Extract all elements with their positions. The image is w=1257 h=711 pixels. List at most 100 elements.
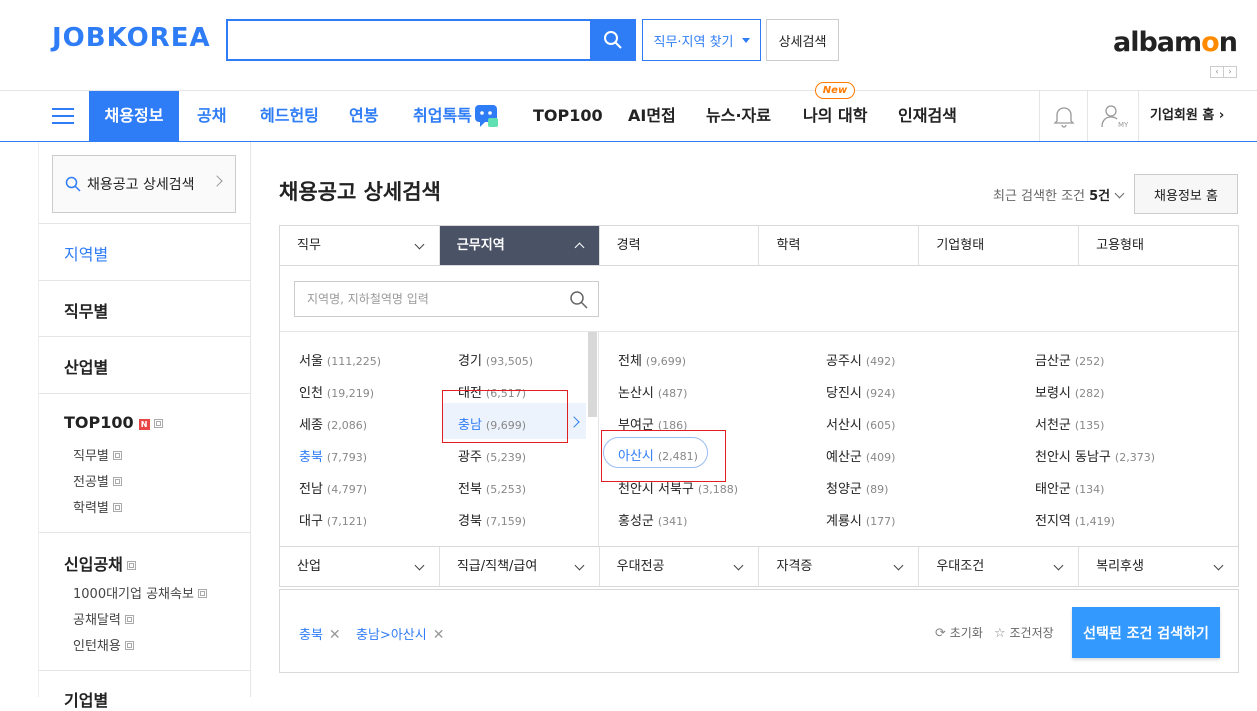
nav-item-top100[interactable]: TOP100 xyxy=(533,91,603,141)
my-page-icon[interactable]: MY xyxy=(1099,103,1131,129)
subregion-item[interactable]: 천안시 동남구 (2,373) xyxy=(1035,446,1155,465)
sidebar-subitem-intern[interactable]: 인턴채용 xyxy=(73,635,134,654)
region-item-chungbuk[interactable]: 충북 (7,793) xyxy=(299,446,367,465)
selected-conditions-bar: 충북 ✕ 충남>아산시 ✕ ⟳ 초기화 ☆ 조건저장 선택된 조건 검색하기 xyxy=(279,589,1239,673)
tab-education[interactable]: 학력 xyxy=(759,226,920,265)
region-item-incheon[interactable]: 인천 (19,219) xyxy=(299,382,374,401)
region-item-sejong[interactable]: 세종 (2,086) xyxy=(299,414,367,433)
sidebar-item-top100[interactable]: TOP100 N xyxy=(64,413,163,432)
sidebar-subitem-top100-education[interactable]: 학력별 xyxy=(73,497,122,516)
subregion-count: (9,699) xyxy=(645,355,686,368)
close-icon[interactable]: ✕ xyxy=(329,627,341,643)
subregion-item[interactable]: 전지역 (1,419) xyxy=(1035,510,1115,529)
tab-job[interactable]: 직무 xyxy=(280,226,440,265)
sidebar-detail-search-button[interactable]: 채용공고 상세검색 xyxy=(52,155,236,213)
scrollbar[interactable] xyxy=(588,332,597,417)
region-item-daegu[interactable]: 대구 (7,121) xyxy=(299,510,367,529)
selected-chip-asan[interactable]: 충남>아산시 ✕ xyxy=(356,624,444,643)
subregion-item[interactable]: 당진시 (924) xyxy=(826,382,895,401)
next-arrow-icon[interactable]: › xyxy=(1224,67,1236,77)
nav-item-public-recruit[interactable]: 공채 xyxy=(197,91,226,141)
sidebar-item-company[interactable]: 기업별 xyxy=(64,687,108,711)
search-button[interactable] xyxy=(590,19,636,61)
subregion-item[interactable]: 태안군 (134) xyxy=(1035,478,1104,497)
selected-chip-chungbuk[interactable]: 충북 ✕ xyxy=(299,624,341,643)
sidebar-item-industry[interactable]: 산업별 xyxy=(64,354,108,378)
corporate-home-link[interactable]: 기업회원 홈 › xyxy=(1150,91,1224,141)
reset-button[interactable]: ⟳ 초기화 xyxy=(935,624,983,641)
nav-item-salary[interactable]: 연봉 xyxy=(349,91,378,141)
subregion-count: (492) xyxy=(865,355,896,368)
sidebar-subitem-top100-job[interactable]: 직무별 xyxy=(73,445,122,464)
subregion-item[interactable]: 금산군 (252) xyxy=(1035,350,1104,369)
recent-conditions-count: 5건 xyxy=(1089,189,1111,204)
nav-divider xyxy=(1039,91,1040,141)
subregion-item-asan[interactable]: 아산시 (2,481) xyxy=(618,445,698,464)
subregion-count: (487) xyxy=(657,387,688,400)
hamburger-menu-icon[interactable] xyxy=(52,108,74,124)
sidebar-subitem-top1000[interactable]: 1000대기업 공채속보 xyxy=(73,583,207,602)
tab-company-type[interactable]: 기업형태 xyxy=(919,226,1080,265)
albamon-logo[interactable]: albamon xyxy=(1113,27,1238,58)
search-icon[interactable] xyxy=(569,290,589,310)
tab-certificate[interactable]: 자격증 xyxy=(759,547,920,586)
banner-pager: ‹ › xyxy=(1210,66,1237,78)
jobkorea-logo[interactable]: JOBKOREA xyxy=(52,23,211,53)
subregion-item[interactable]: 논산시 (487) xyxy=(618,382,687,401)
sidebar-item-newgrad[interactable]: 신입공채 xyxy=(64,551,136,575)
region-search-input[interactable] xyxy=(295,282,565,316)
subregion-item[interactable]: 홍성군 (341) xyxy=(618,510,687,529)
subregion-item[interactable]: 부여군 (186) xyxy=(618,414,687,433)
tab-position-salary[interactable]: 직급/직책/급여 xyxy=(440,547,600,586)
sidebar-subitem-top100-major[interactable]: 전공별 xyxy=(73,471,122,490)
subregion-item[interactable]: 예산군 (409) xyxy=(826,446,895,465)
header: JOBKOREA 직무·지역 찾기 상세검색 albamon ‹ › xyxy=(0,0,1257,90)
subregion-item[interactable]: 보령시 (282) xyxy=(1035,382,1104,401)
nav-item-news[interactable]: 뉴스·자료 xyxy=(706,91,771,141)
tab-preferred-major[interactable]: 우대전공 xyxy=(600,547,760,586)
tab-preferred-condition[interactable]: 우대조건 xyxy=(919,547,1080,586)
nav-item-ai-interview[interactable]: AI면접 xyxy=(628,91,676,141)
tab-employment-type[interactable]: 고용형태 xyxy=(1079,226,1238,265)
bell-icon[interactable] xyxy=(1052,104,1076,128)
nav-item-headhunting[interactable]: 헤드헌팅 xyxy=(260,91,319,141)
tab-industry[interactable]: 산업 xyxy=(280,547,440,586)
tab-benefits[interactable]: 복리후생 xyxy=(1079,547,1238,586)
subregion-item[interactable]: 공주시 (492) xyxy=(826,350,895,369)
sidebar-subitem-calendar[interactable]: 공채달력 xyxy=(73,609,134,628)
subregion-item[interactable]: 서산시 (605) xyxy=(826,414,895,433)
jobinfo-home-button[interactable]: 채용정보 홈 xyxy=(1134,174,1238,214)
region-item-chungnam[interactable]: 충남 (9,699) xyxy=(458,414,526,433)
region-item-daejeon[interactable]: 대전 (6,517) xyxy=(458,382,526,401)
region-item-gyeonggi[interactable]: 경기 (93,505) xyxy=(458,350,533,369)
region-item-gyeongbuk[interactable]: 경북 (7,159) xyxy=(458,510,526,529)
nav-item-talent-search[interactable]: 인재검색 xyxy=(898,91,957,141)
subregion-item[interactable]: 천안시 서북구 (3,188) xyxy=(618,478,738,497)
region-item-seoul[interactable]: 서울 (111,225) xyxy=(299,350,381,369)
region-item-jeonnam[interactable]: 전남 (4,797) xyxy=(299,478,367,497)
nav-item-talk[interactable]: 취업톡톡 xyxy=(413,91,472,141)
region-item-jeonbuk[interactable]: 전북 (5,253) xyxy=(458,478,526,497)
subregion-item[interactable]: 전체 (9,699) xyxy=(618,350,686,369)
prev-arrow-icon[interactable]: ‹ xyxy=(1211,67,1224,77)
detail-search-button[interactable]: 상세검색 xyxy=(766,19,839,61)
subregion-item[interactable]: 서천군 (135) xyxy=(1035,414,1104,433)
nav-item-jobinfo[interactable]: 채용정보 xyxy=(89,91,179,141)
save-condition-button[interactable]: ☆ 조건저장 xyxy=(994,624,1054,641)
job-region-finder-button[interactable]: 직무·지역 찾기 xyxy=(642,19,761,61)
sidebar-item-job[interactable]: 직무별 xyxy=(64,298,108,322)
search-selected-conditions-button[interactable]: 선택된 조건 검색하기 xyxy=(1072,607,1220,658)
subregion-name: 서천군 xyxy=(1035,418,1071,433)
subregion-item[interactable]: 청양군 (89) xyxy=(826,478,888,497)
tab-work-region[interactable]: 근무지역 xyxy=(439,226,600,265)
search-field[interactable] xyxy=(226,19,592,61)
subregion-item[interactable]: 계룡시 (177) xyxy=(826,510,895,529)
region-item-gwangju[interactable]: 광주 (5,239) xyxy=(458,446,526,465)
recent-conditions-dropdown[interactable]: 최근 검색한 조건 5건 xyxy=(993,185,1125,204)
close-icon[interactable]: ✕ xyxy=(433,627,445,643)
new-window-icon xyxy=(126,561,136,570)
search-input[interactable] xyxy=(228,21,592,59)
region-search-field[interactable] xyxy=(294,281,599,317)
sidebar-item-region[interactable]: 지역별 xyxy=(64,241,108,265)
tab-experience[interactable]: 경력 xyxy=(600,226,760,265)
